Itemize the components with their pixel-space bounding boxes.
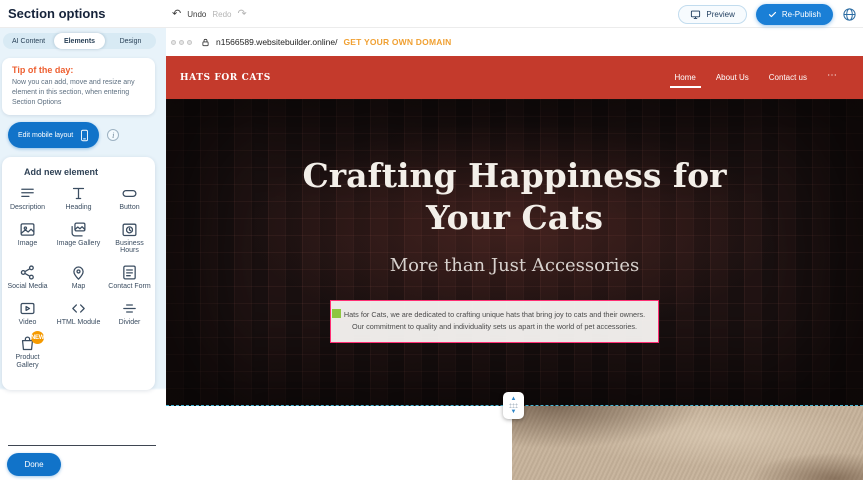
hero-subtitle[interactable]: More than Just Accessories xyxy=(166,255,863,276)
sidebar-tabs: AI Content Elements Design xyxy=(3,33,156,49)
element-html-module[interactable]: HTML Module xyxy=(55,300,102,327)
sidebar: AI Content Elements Design Tip of the da… xyxy=(0,28,166,480)
window-dots-icon xyxy=(171,40,192,45)
element-label: Image xyxy=(18,240,37,248)
site-header: HATS FOR CATS Home About Us Contact us ⋯ xyxy=(166,56,863,99)
element-product-gallery[interactable]: NEW Product Gallery xyxy=(4,335,51,369)
paragraph-text: Hats for Cats, we are dedicated to craft… xyxy=(344,310,645,331)
nav-home[interactable]: Home xyxy=(675,66,696,89)
redo-button[interactable]: Redo xyxy=(212,10,231,19)
grip-dots-icon xyxy=(509,403,518,408)
browser-bar: n1566589.websitebuilder.online/ GET YOUR… xyxy=(166,28,863,56)
element-drag-handle[interactable] xyxy=(332,309,341,318)
topbar: Section options ↶ Undo Redo ↷ Preview xyxy=(0,0,863,28)
resize-up-icon: ▲ xyxy=(511,396,517,402)
element-label: Product Gallery xyxy=(4,354,51,369)
element-label: Description xyxy=(10,204,45,212)
phone-icon xyxy=(80,129,89,142)
tip-card: Tip of the day: Now you can add, move an… xyxy=(2,58,155,115)
element-label: Image Gallery xyxy=(57,240,101,248)
hero-section[interactable]: Crafting Happiness for Your Cats More th… xyxy=(166,99,863,406)
monitor-icon xyxy=(690,9,701,20)
element-image[interactable]: Image xyxy=(4,221,51,255)
language-globe-icon[interactable] xyxy=(842,7,857,22)
element-map[interactable]: Map xyxy=(55,264,102,291)
site-nav: Home About Us Contact us ⋯ xyxy=(675,66,838,89)
html-module-icon xyxy=(70,300,87,317)
element-label: Button xyxy=(119,204,139,212)
edit-mobile-layout-button[interactable]: Edit mobile layout xyxy=(8,122,99,148)
hero-title[interactable]: Crafting Happiness for Your Cats xyxy=(166,155,863,239)
element-label: Video xyxy=(19,319,37,327)
tab-elements[interactable]: Elements xyxy=(54,33,105,49)
section-resize-handle[interactable]: ▲ ▼ xyxy=(503,392,524,419)
undo-icon[interactable]: ↶ xyxy=(172,9,181,20)
tab-ai-content[interactable]: AI Content xyxy=(3,33,54,49)
page-title: Section options xyxy=(8,6,106,21)
check-icon xyxy=(768,10,777,19)
undo-button[interactable]: Undo xyxy=(187,10,206,19)
new-badge: NEW xyxy=(31,331,44,344)
tip-body: Now you can add, move and resize any ele… xyxy=(12,78,145,108)
image-gallery-icon xyxy=(70,221,87,238)
nav-about-us[interactable]: About Us xyxy=(716,66,749,89)
image-icon xyxy=(19,221,36,238)
add-element-panel: Add new element Description Heading xyxy=(2,157,155,390)
element-contact-form[interactable]: Contact Form xyxy=(106,264,153,291)
business-hours-icon xyxy=(121,221,138,238)
republish-label: Re-Publish xyxy=(782,10,821,19)
site-logo[interactable]: HATS FOR CATS xyxy=(180,73,271,83)
element-video[interactable]: Video xyxy=(4,300,51,327)
sidebar-divider xyxy=(8,445,156,446)
nav-contact-us[interactable]: Contact us xyxy=(769,66,807,89)
element-label: Contact Form xyxy=(108,283,150,291)
selected-text-element[interactable]: Hats for Cats, we are dedicated to craft… xyxy=(330,300,659,343)
redo-icon[interactable]: ↷ xyxy=(237,9,246,20)
map-icon xyxy=(70,264,87,281)
edit-mobile-label: Edit mobile layout xyxy=(18,132,73,139)
done-button[interactable]: Done xyxy=(7,453,61,476)
hero-title-line1: Crafting Happiness for xyxy=(302,156,726,195)
tab-design[interactable]: Design xyxy=(105,33,156,49)
element-grid: Description Heading Button xyxy=(2,185,155,370)
element-label: Divider xyxy=(119,319,141,327)
topbar-actions: Preview Re-Publish xyxy=(678,0,857,28)
element-button[interactable]: Button xyxy=(106,185,153,212)
add-panel-title: Add new element xyxy=(2,167,155,177)
element-image-gallery[interactable]: Image Gallery xyxy=(55,221,102,255)
undo-redo-group: ↶ Undo Redo ↷ xyxy=(172,0,247,28)
element-label: Social Media xyxy=(7,283,47,291)
element-label: Heading xyxy=(65,204,91,212)
info-icon[interactable]: i xyxy=(107,129,119,141)
social-media-icon xyxy=(19,264,36,281)
get-domain-link[interactable]: GET YOUR OWN DOMAIN xyxy=(343,37,451,47)
element-label: HTML Module xyxy=(57,319,101,327)
nav-more-icon[interactable]: ⋯ xyxy=(827,71,837,84)
site-preview: n1566589.websitebuilder.online/ GET YOUR… xyxy=(166,28,863,480)
heading-icon xyxy=(70,185,87,202)
divider-icon xyxy=(121,300,138,317)
url-text[interactable]: n1566589.websitebuilder.online/ xyxy=(216,37,337,47)
element-divider[interactable]: Divider xyxy=(106,300,153,327)
button-icon xyxy=(121,185,138,202)
preview-label: Preview xyxy=(706,10,734,19)
tip-title: Tip of the day: xyxy=(12,65,145,75)
screen: Section options ↶ Undo Redo ↷ Preview xyxy=(0,0,863,480)
element-heading[interactable]: Heading xyxy=(55,185,102,212)
preview-button[interactable]: Preview xyxy=(678,5,746,24)
description-icon xyxy=(19,185,36,202)
contact-form-icon xyxy=(121,264,138,281)
element-label: Business Hours xyxy=(106,240,153,255)
hero-title-line2: Your Cats xyxy=(426,198,603,237)
element-label: Map xyxy=(72,283,86,291)
element-description[interactable]: Description xyxy=(4,185,51,212)
next-section-image[interactable] xyxy=(512,406,863,480)
resize-down-icon: ▼ xyxy=(511,409,517,415)
video-icon xyxy=(19,300,36,317)
element-social-media[interactable]: Social Media xyxy=(4,264,51,291)
mobile-layout-row: Edit mobile layout i xyxy=(8,122,119,148)
element-business-hours[interactable]: Business Hours xyxy=(106,221,153,255)
lock-icon xyxy=(201,38,210,47)
republish-button[interactable]: Re-Publish xyxy=(756,4,833,25)
